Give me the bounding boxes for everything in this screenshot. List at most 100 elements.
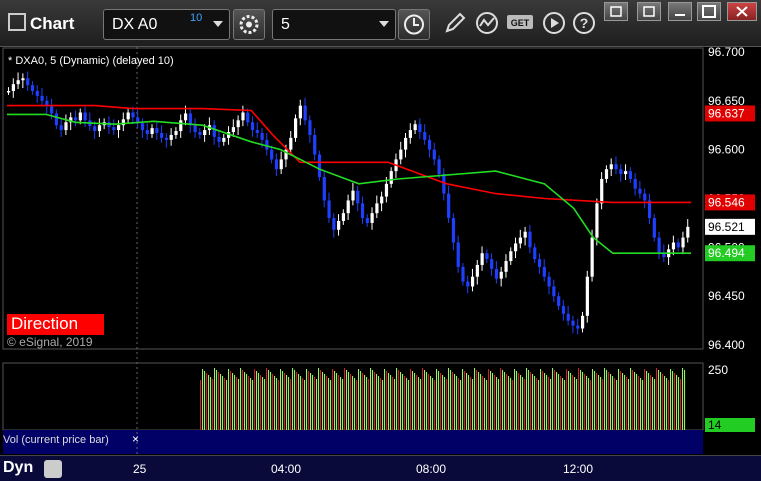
candle-body [533, 247, 537, 260]
candle-body [418, 124, 422, 133]
volume-bar [328, 378, 330, 430]
volume-bar [410, 369, 412, 430]
volume-bar [630, 368, 632, 430]
volume-bar [344, 368, 346, 430]
volume-bar [666, 378, 668, 430]
volume-bar [678, 377, 680, 430]
volume-bar [580, 370, 582, 430]
volume-bar [496, 377, 498, 430]
play-icon[interactable] [541, 10, 567, 36]
y-tick-label: 96.400 [708, 338, 745, 352]
chevron-down-icon[interactable] [213, 21, 223, 27]
volume-bar [598, 375, 600, 430]
candle-body [375, 203, 379, 214]
volume-bar [286, 375, 288, 430]
volume-bar [378, 376, 380, 430]
maximize-button[interactable] [697, 2, 721, 21]
volume-bar [502, 370, 504, 430]
symbol-input[interactable]: DX A0 10 [103, 9, 230, 40]
volume-bar [260, 375, 262, 430]
volume-bar [380, 378, 382, 430]
volume-bar [202, 369, 204, 430]
chevron-down-icon[interactable] [379, 21, 389, 27]
volume-bar [674, 373, 676, 430]
volume-bar [348, 372, 350, 430]
lock-icon[interactable] [44, 460, 62, 478]
restore-button[interactable] [604, 2, 628, 21]
volume-bar [248, 376, 250, 430]
volume-bar [488, 369, 490, 430]
volume-bar [602, 379, 604, 430]
series-label: * DXA0, 5 (Dynamic) (delayed 10) [8, 55, 174, 67]
volume-bar [408, 380, 410, 430]
volume-bar [662, 374, 664, 430]
candle-body [16, 80, 20, 85]
volume-bar [212, 379, 214, 430]
volume-bar [466, 373, 468, 430]
volume-bar [636, 374, 638, 430]
volume-bar [642, 380, 644, 430]
volume-bar [556, 372, 558, 430]
volume-bar [648, 373, 650, 430]
candle-body [222, 137, 226, 142]
candle-body [131, 112, 135, 118]
volume-bar [232, 373, 234, 430]
volume-bar [524, 379, 526, 430]
candle-body [7, 90, 11, 93]
volume-bar [458, 378, 460, 430]
interval-input[interactable]: 5 [272, 9, 396, 40]
volume-bar [526, 368, 528, 430]
volume-bar [672, 371, 674, 430]
volume-bar [430, 376, 432, 430]
candle-body [112, 127, 116, 131]
study-icon[interactable] [474, 10, 500, 36]
app-title-text: Chart [30, 14, 75, 33]
volume-bar [402, 374, 404, 430]
volume-bar [538, 380, 540, 430]
volume-bar [222, 376, 224, 430]
minimize-window-button[interactable] [668, 2, 692, 21]
volume-bar [220, 374, 222, 430]
volume-bar [558, 374, 560, 430]
settings-button[interactable] [233, 9, 265, 40]
volume-bar [592, 369, 594, 430]
time-button[interactable] [398, 9, 430, 40]
volume-bar [582, 372, 584, 430]
candle-body [303, 105, 307, 121]
volume-close-button[interactable]: × [132, 432, 139, 446]
candle-body [514, 243, 518, 252]
volume-bar [368, 379, 370, 430]
volume-bar [316, 379, 318, 430]
restore-icon [610, 6, 622, 17]
candle-body [212, 125, 216, 137]
volume-bar [270, 372, 272, 430]
volume-tick-label: 250 [708, 363, 728, 377]
volume-bar [284, 373, 286, 430]
help-icon[interactable]: ? [571, 10, 597, 36]
candle-body [155, 128, 159, 134]
volume-bar [350, 374, 352, 430]
pencil-icon[interactable] [442, 10, 468, 36]
close-button[interactable] [727, 2, 757, 21]
candle-body [595, 203, 599, 238]
symbol-value: DX A0 [112, 16, 158, 33]
volume-bar [660, 372, 662, 430]
candle-body [117, 125, 121, 131]
volume-bar [656, 368, 658, 430]
candle-body [308, 120, 312, 135]
volume-bar [266, 368, 268, 430]
volume-bar [216, 370, 218, 430]
volume-bar [472, 379, 474, 430]
time-label-0800: 08:00 [416, 462, 447, 476]
volume-bar [514, 369, 516, 430]
volume-bar [304, 380, 306, 430]
candle-body [652, 218, 656, 238]
minimize-button[interactable] [637, 2, 661, 21]
price-chart[interactable]: 96.70096.65096.60096.55096.50096.45096.4… [0, 47, 761, 481]
candle-body [78, 112, 82, 121]
volume-bar [578, 368, 580, 430]
volume-bar [518, 373, 520, 430]
candle-body [523, 231, 527, 238]
get-icon[interactable]: GET [506, 10, 536, 36]
volume-bar [254, 369, 256, 430]
